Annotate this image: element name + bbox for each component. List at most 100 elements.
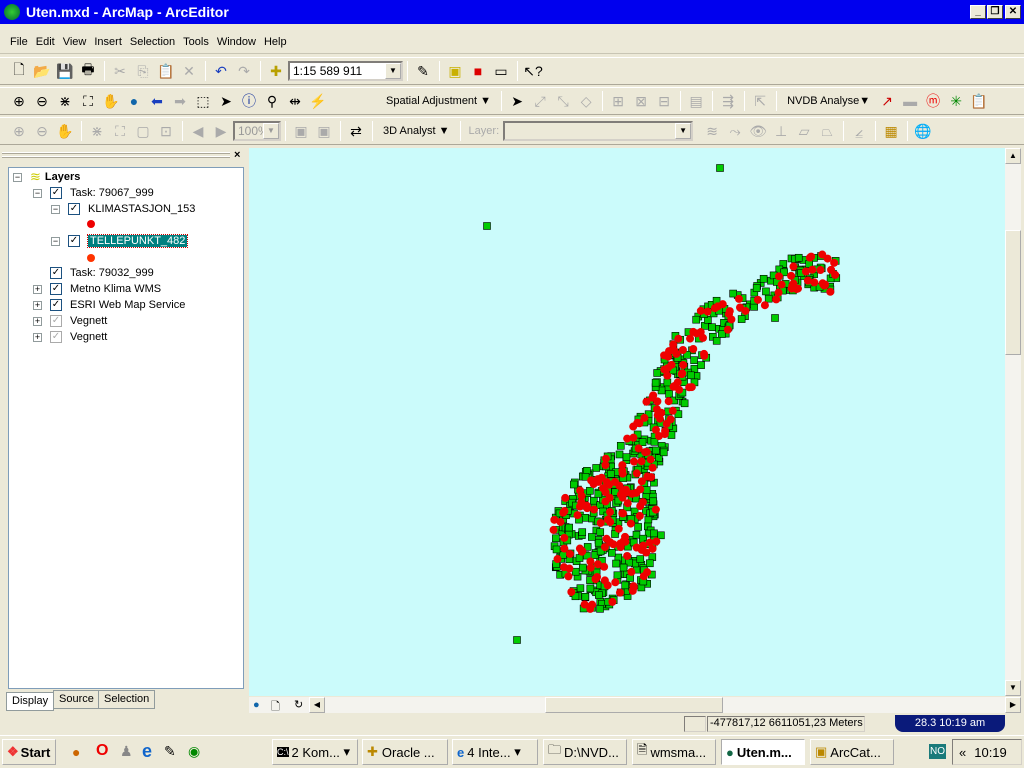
klimastasjon-point[interactable] xyxy=(583,504,592,513)
klimastasjon-point[interactable] xyxy=(601,461,610,470)
menu-tools[interactable]: Tools xyxy=(183,36,209,48)
next-extent-icon[interactable]: ▶ xyxy=(210,120,232,142)
klimastasjon-point[interactable] xyxy=(826,287,835,296)
collapse-icon[interactable]: − xyxy=(33,188,42,198)
klimastasjon-point[interactable] xyxy=(670,382,679,391)
layout-zoom-in-icon[interactable]: ⊕ xyxy=(8,120,30,142)
one-to-one-icon[interactable]: ⊡ xyxy=(155,120,177,142)
map-view[interactable] xyxy=(249,148,1005,696)
interpolate-polygon-icon[interactable]: ⏢ xyxy=(816,120,838,142)
klimastasjon-point[interactable] xyxy=(550,515,559,524)
klimastasjon-point[interactable] xyxy=(830,258,839,267)
layout-pan-icon[interactable]: ✋ xyxy=(54,120,76,142)
tellepunkt-point[interactable] xyxy=(680,399,689,408)
layer-select[interactable]: ▼ xyxy=(503,121,694,141)
cut-icon[interactable]: ✂ xyxy=(109,60,131,82)
zoom-percent-combo[interactable]: 100% ▼ xyxy=(233,121,281,141)
tellepunkt-point[interactable] xyxy=(590,496,598,505)
klimastasjon-point[interactable] xyxy=(753,295,762,304)
klimastasjon-point[interactable] xyxy=(669,340,678,349)
klimastasjon-point[interactable] xyxy=(600,543,609,552)
tellepunkt-point[interactable] xyxy=(596,528,605,537)
tellepunkt-point[interactable] xyxy=(552,545,561,554)
layout-zoom-out-icon[interactable]: ⊖ xyxy=(31,120,53,142)
expand-icon[interactable]: + xyxy=(33,300,42,310)
klimastasjon-point[interactable] xyxy=(639,572,648,581)
change-layout-icon[interactable]: ⇄ xyxy=(345,120,367,142)
spatial-adjustment-menu[interactable]: Spatial Adjustment ▼ xyxy=(380,95,497,107)
tellepunkt-point[interactable] xyxy=(632,530,641,539)
tellepunkt-point[interactable] xyxy=(616,441,625,450)
tellepunkt-point[interactable] xyxy=(665,390,673,398)
limited-adjust-icon[interactable]: ⊠ xyxy=(630,90,652,112)
minimize-button[interactable]: _ xyxy=(970,5,986,19)
task-internet-explorer[interactable]: e4 Inte... ▾ xyxy=(452,739,538,765)
link-table-icon[interactable]: ▤ xyxy=(685,90,707,112)
klimastasjon-point[interactable] xyxy=(611,578,620,587)
tellepunkt-point[interactable] xyxy=(594,538,603,547)
klimastasjon-point[interactable] xyxy=(565,564,574,573)
tellepunkt-point[interactable] xyxy=(718,330,726,338)
task-oracle[interactable]: ✚ Oracle ... xyxy=(362,739,448,765)
klimastasjon-point[interactable] xyxy=(603,515,612,524)
layer-checkbox[interactable]: ✓ xyxy=(50,331,62,343)
klimastasjon-point[interactable] xyxy=(698,333,707,342)
klimastasjon-point[interactable] xyxy=(646,455,655,464)
klimastasjon-point[interactable] xyxy=(635,511,644,520)
klimastasjon-point[interactable] xyxy=(609,540,618,549)
task-kommandoprompt[interactable]: C:\ 2 Kom... ▾ xyxy=(272,739,358,765)
tellepunkt-point[interactable] xyxy=(690,356,698,364)
tree-item-metno-klima-wms[interactable]: + ✓ Metno Klima WMS xyxy=(33,281,161,297)
klimastasjon-point[interactable] xyxy=(628,586,637,595)
klimastasjon-point[interactable] xyxy=(641,448,650,457)
klimastasjon-point[interactable] xyxy=(602,534,611,543)
full-extent-icon[interactable]: ● xyxy=(123,90,145,112)
task-folder[interactable]: 🗀 D:\NVD... xyxy=(543,739,627,765)
tellepunkt-point[interactable] xyxy=(667,431,676,439)
focus-data-frame-icon[interactable]: ▣ xyxy=(313,120,335,142)
menu-help[interactable]: Help xyxy=(264,36,287,48)
collapse-icon[interactable]: − xyxy=(51,236,60,246)
tellepunkt-point[interactable] xyxy=(634,523,642,531)
chevron-down-icon[interactable]: ▼ xyxy=(263,123,279,139)
new-displacement-link-icon[interactable]: ⤢ xyxy=(529,90,551,112)
tree-item-esri-wms[interactable]: + ✓ ESRI Web Map Service xyxy=(33,297,185,313)
klimastasjon-point[interactable] xyxy=(586,557,595,566)
horizontal-scrollbar[interactable]: ● 🗋 ↻ ◀ ▶ xyxy=(249,697,1021,713)
tree-item-vegnett[interactable]: + ✓ Vegnett xyxy=(33,329,107,345)
layer-sparkle-icon[interactable]: ✳ xyxy=(945,90,967,112)
zoom-100-icon[interactable]: ▢ xyxy=(132,120,154,142)
klimastasjon-point[interactable] xyxy=(789,262,798,271)
klimastasjon-point[interactable] xyxy=(642,397,651,406)
editor-toolbar-icon[interactable]: ✎ xyxy=(412,60,434,82)
klimastasjon-point[interactable] xyxy=(710,304,719,313)
klimastasjon-point[interactable] xyxy=(618,461,627,470)
fixed-zoom-page-icon[interactable]: ⛶ xyxy=(109,120,131,142)
identity-link-icon[interactable]: ⊞ xyxy=(607,90,629,112)
menu-window[interactable]: Window xyxy=(217,36,256,48)
klimastasjon-point[interactable] xyxy=(593,560,602,569)
klimastasjon-point[interactable] xyxy=(664,397,673,406)
klimastasjon-point[interactable] xyxy=(587,476,596,485)
klimastasjon-point[interactable] xyxy=(672,349,681,358)
paste-icon[interactable]: 📋 xyxy=(155,60,177,82)
klimastasjon-point[interactable] xyxy=(734,294,743,303)
edit-icon[interactable]: ✎ xyxy=(164,743,176,760)
tellepunkt-point[interactable] xyxy=(578,563,587,572)
scroll-up-icon[interactable]: ▲ xyxy=(1005,148,1021,164)
tellepunkt-point[interactable] xyxy=(794,253,803,262)
menu-file[interactable]: File xyxy=(10,36,28,48)
klimastasjon-point[interactable] xyxy=(564,572,573,581)
klimastasjon-point[interactable] xyxy=(623,551,632,560)
layer-checkbox[interactable]: ✓ xyxy=(68,235,80,247)
klimastasjon-point[interactable] xyxy=(573,511,582,520)
opera-icon[interactable]: O xyxy=(96,742,108,760)
menu-edit[interactable]: Edit xyxy=(36,36,55,48)
klimastasjon-point[interactable] xyxy=(651,425,660,434)
zoom-out-icon[interactable]: ⊖ xyxy=(31,90,53,112)
klimastasjon-point[interactable] xyxy=(727,315,736,324)
klimastasjon-point[interactable] xyxy=(615,588,624,597)
klimastasjon-point[interactable] xyxy=(810,278,819,287)
identify-icon[interactable]: ⓘ xyxy=(238,90,260,112)
tellepunkt-point[interactable] xyxy=(716,164,724,172)
